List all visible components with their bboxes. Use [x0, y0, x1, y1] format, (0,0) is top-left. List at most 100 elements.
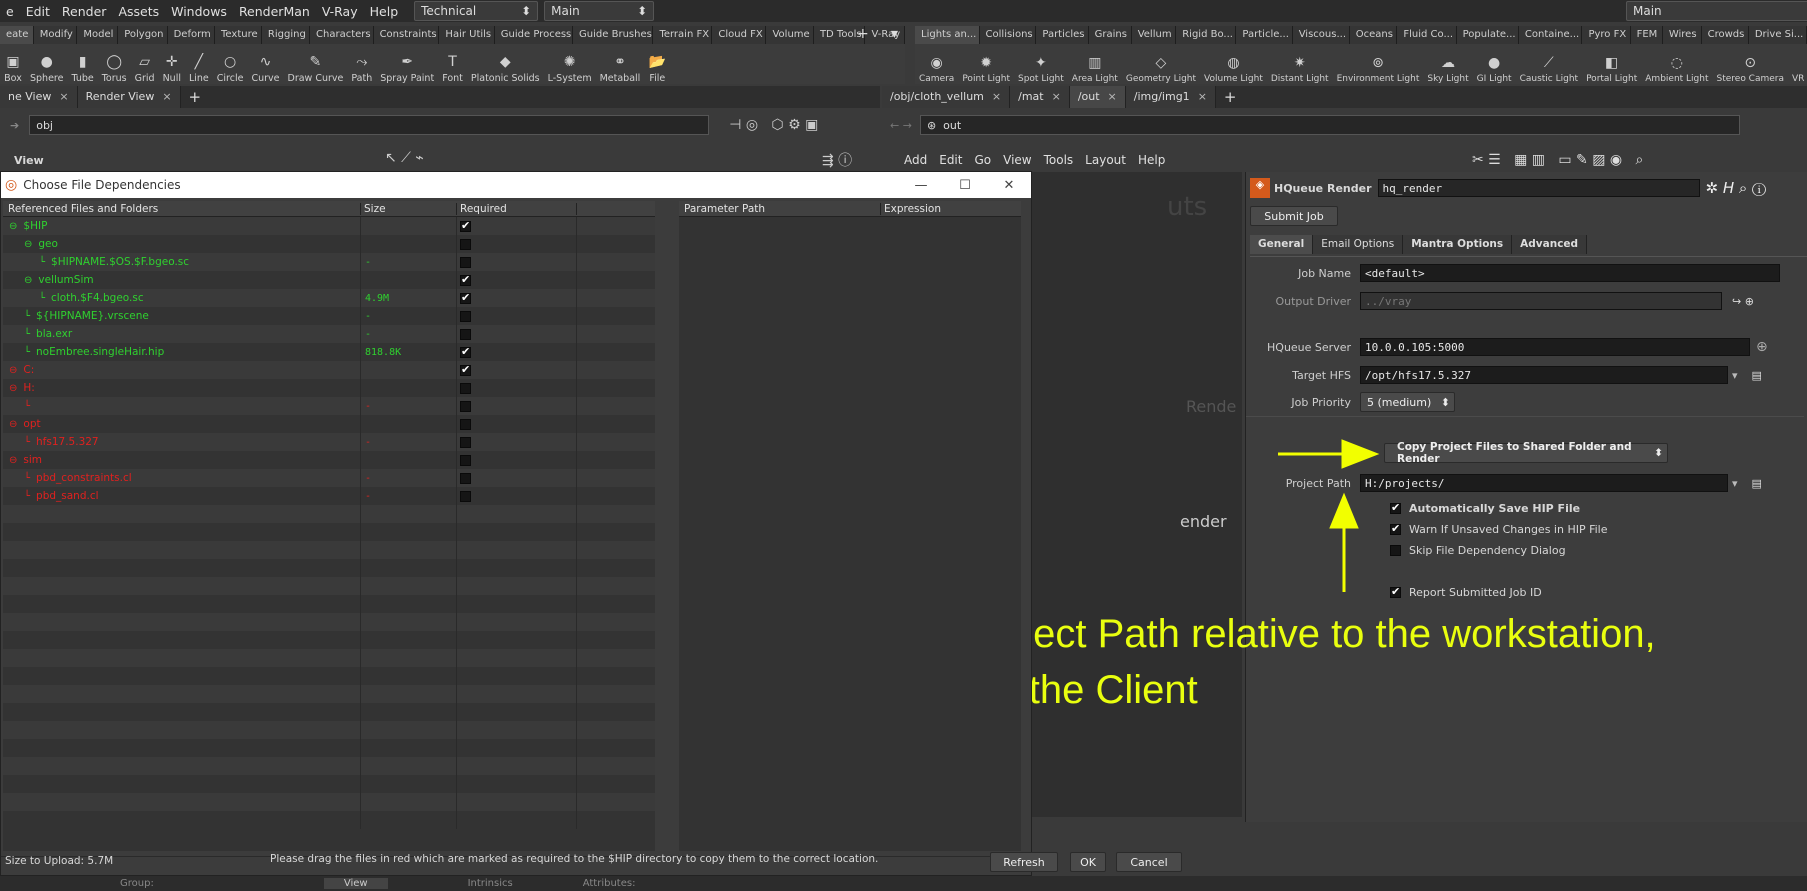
shelf-tab[interactable]: Texture: [215, 26, 262, 44]
tool-volume-light[interactable]: ◍ Volume Light: [1200, 44, 1267, 84]
auto-save-checkbox[interactable]: [1390, 501, 1401, 514]
shelf-tab[interactable]: Polygon: [118, 26, 168, 44]
tab-3[interactable]: /img/img1 ×: [1125, 86, 1216, 108]
desktop-dropdown[interactable]: Technical ⬍: [414, 1, 539, 21]
tab-0[interactable]: /obj/cloth_vellum ×: [882, 86, 1011, 108]
warn-unsaved-checkbox[interactable]: [1390, 522, 1401, 535]
refresh-button[interactable]: Refresh: [990, 852, 1058, 872]
tool-stereo-camera[interactable]: ⊙ Stereo Camera: [1713, 44, 1789, 84]
forward-arrow-icon[interactable]: ➔: [0, 119, 29, 132]
shelf-tab[interactable]: Crowds: [1701, 26, 1749, 44]
ok-button[interactable]: OK: [1070, 852, 1106, 872]
shelf-tab[interactable]: Viscous...: [1292, 26, 1350, 44]
required-checkbox[interactable]: [460, 436, 471, 448]
menu-item-4[interactable]: Windows: [165, 4, 233, 19]
required-checkbox[interactable]: [460, 418, 471, 430]
menu-item-1[interactable]: Edit: [20, 4, 56, 19]
shelf-tab[interactable]: Rigging: [261, 26, 311, 44]
tab-1[interactable]: /mat ×: [1010, 86, 1070, 108]
shelf-tab[interactable]: Guide Brushes: [573, 26, 654, 44]
shelf-tab[interactable]: Cloud FX: [712, 26, 767, 44]
collapse-icon[interactable]: ⊖: [9, 365, 17, 376]
table-row[interactable]: └ bla.exr -: [3, 325, 655, 343]
tab-render-view[interactable]: Render View ×: [77, 86, 181, 108]
tool-box[interactable]: ▣ Box: [0, 44, 26, 84]
table-row[interactable]: ⊖ sim: [3, 451, 655, 469]
file-chooser-icon[interactable]: ▤: [1752, 477, 1762, 490]
tool-line[interactable]: ╱ Line: [185, 44, 213, 84]
shelf-tab[interactable]: Vellum: [1131, 26, 1177, 44]
minimize-icon[interactable]: —: [899, 178, 943, 193]
param-tab[interactable]: General: [1250, 235, 1314, 254]
required-checkbox[interactable]: [460, 219, 471, 232]
maximize-icon[interactable]: ☐: [943, 178, 987, 193]
shelf-tab[interactable]: eate: [0, 26, 34, 44]
tool-circle[interactable]: ○ Circle: [213, 44, 248, 84]
dropdown-arrow-icon[interactable]: ▾: [1732, 369, 1738, 382]
network-menu-item[interactable]: Edit: [933, 153, 968, 167]
network-menu-item[interactable]: Layout: [1079, 153, 1132, 167]
tab-scene-view[interactable]: ne View ×: [0, 86, 78, 108]
auto-save-row[interactable]: Automatically Save HIP File: [1390, 501, 1580, 515]
tool-l-system[interactable]: ✺ L-System: [544, 44, 596, 84]
col-files[interactable]: Referenced Files and Folders: [3, 202, 361, 215]
collapse-icon[interactable]: ⊖: [9, 383, 17, 394]
gear-icon[interactable]: ✲ H ⌕ ⓘ: [1706, 179, 1767, 197]
shelf-tab[interactable]: Rigid Bo...: [1176, 26, 1237, 44]
shelf-tab[interactable]: Hair Utils: [439, 26, 495, 44]
hfs-field[interactable]: /opt/hfs17.5.327: [1360, 366, 1728, 384]
skip-dialog-row[interactable]: Skip File Dependency Dialog: [1390, 544, 1566, 557]
tool-spray-paint[interactable]: ✒ Spray Paint: [376, 44, 438, 84]
close-icon[interactable]: ×: [162, 90, 171, 103]
shelf-tab[interactable]: Particles: [1036, 26, 1089, 44]
network-menu-item[interactable]: Help: [1132, 153, 1171, 167]
collapse-icon[interactable]: ⊖: [24, 275, 32, 286]
tool-portal-light[interactable]: ◧ Portal Light: [1582, 44, 1641, 84]
shelf-tab[interactable]: Model: [77, 26, 119, 44]
close-icon[interactable]: ✕: [987, 178, 1031, 193]
shelf-tab[interactable]: Containe...: [1518, 26, 1583, 44]
network-menu-item[interactable]: Go: [968, 153, 997, 167]
param-tab[interactable]: Email Options: [1313, 235, 1404, 254]
collapse-icon[interactable]: ⊖: [9, 221, 17, 232]
tool-grid[interactable]: ▱ Grid: [131, 44, 159, 84]
help-icon[interactable]: ⇶ ⓘ: [822, 150, 852, 170]
shelf-tab[interactable]: Volume: [766, 26, 814, 44]
shelf-tab[interactable]: FEM: [1630, 26, 1663, 44]
tool-font[interactable]: T Font: [438, 44, 467, 84]
close-icon[interactable]: ×: [1198, 90, 1207, 103]
required-checkbox[interactable]: [460, 490, 471, 502]
globe-icon[interactable]: ⊕: [1756, 339, 1768, 355]
col-size[interactable]: Size: [361, 202, 457, 215]
param-tab[interactable]: Advanced: [1512, 235, 1588, 254]
copy-mode-dropdown[interactable]: Copy Project Files to Shared Folder and …: [1384, 441, 1668, 465]
tool-spot-light[interactable]: ✦ Spot Light: [1014, 44, 1068, 84]
shelf-tab[interactable]: Populate...: [1456, 26, 1519, 44]
close-icon[interactable]: ×: [1052, 90, 1061, 103]
output-driver-field[interactable]: ../vray: [1360, 292, 1722, 310]
node-name-field[interactable]: hq_render: [1377, 179, 1700, 197]
tool-environment-light[interactable]: ⊚ Environment Light: [1333, 44, 1424, 84]
shelf-tab[interactable]: Particle...: [1236, 26, 1293, 44]
tool-camera[interactable]: ◉ Camera: [915, 44, 958, 84]
shelf-tab[interactable]: Grains: [1088, 26, 1132, 44]
required-checkbox[interactable]: [460, 400, 471, 412]
required-checkbox[interactable]: [460, 238, 471, 250]
tool-file[interactable]: 📂 File: [644, 44, 670, 84]
table-row[interactable]: ⊖ opt: [3, 415, 655, 433]
splitter[interactable]: [657, 201, 677, 851]
tab-2[interactable]: /out ×: [1069, 86, 1126, 108]
tool-draw-curve[interactable]: ✎ Draw Curve: [284, 44, 348, 84]
required-checkbox[interactable]: [460, 345, 471, 358]
shelf-tab[interactable]: Wires: [1662, 26, 1702, 44]
tool-vr-camera[interactable]: ⊗VR Camera: [1788, 44, 1807, 84]
required-checkbox[interactable]: [460, 273, 471, 286]
table-row[interactable]: ⊖ C:: [3, 361, 655, 379]
tool-curve[interactable]: ∿ Curve: [247, 44, 283, 84]
table-row[interactable]: └ cloth.$F4.bgeo.sc 4.9M: [3, 289, 655, 307]
required-checkbox[interactable]: [460, 363, 471, 376]
col-required[interactable]: Required: [457, 202, 577, 215]
menu-item-3[interactable]: Assets: [112, 4, 165, 19]
table-row[interactable]: └ pbd_sand.cl -: [3, 487, 655, 505]
tool-platonic-solids[interactable]: ◆ Platonic Solids: [467, 44, 544, 84]
